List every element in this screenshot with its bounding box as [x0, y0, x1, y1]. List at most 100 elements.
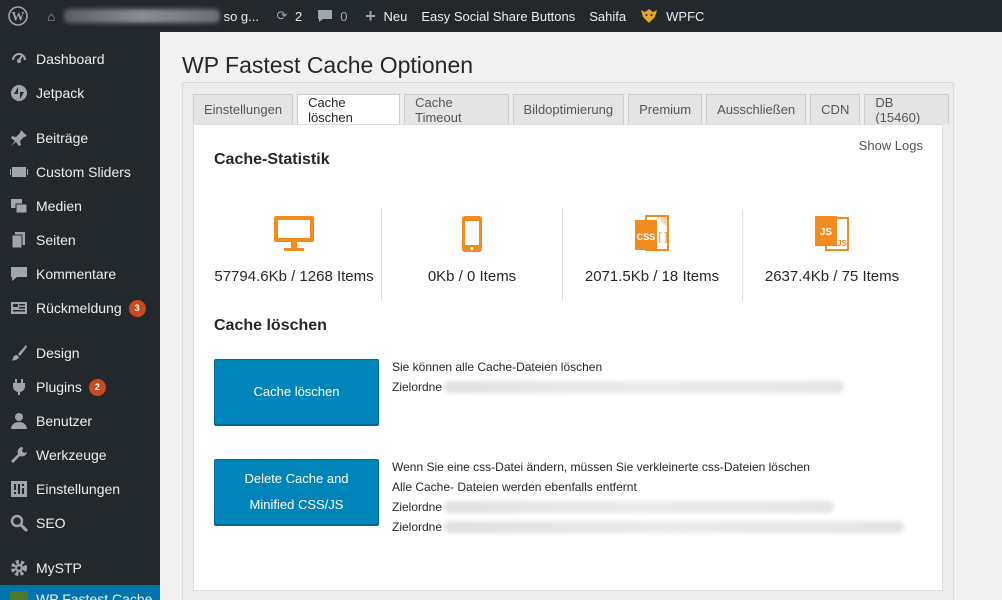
desc-text: Zielordne: [392, 500, 443, 514]
sidebar-item-seo[interactable]: SEO: [0, 506, 160, 540]
tab-bar: Einstellungen Cache löschen Cache Timeou…: [193, 94, 953, 125]
sidebar-item-label: SEO: [36, 515, 66, 531]
mobile-icon: [382, 209, 562, 253]
home-icon: ⌂: [47, 8, 56, 24]
sidebar-item-label: Dashboard: [36, 51, 105, 67]
pin-icon: [10, 129, 28, 147]
clear-cache-title: Cache löschen: [214, 317, 327, 334]
user-icon: [10, 412, 28, 430]
sidebar-item-rueckmeldung[interactable]: Rückmeldung 3: [0, 291, 160, 325]
sidebar-item-label: Seiten: [36, 232, 76, 248]
sidebar-item-medien[interactable]: Medien: [0, 189, 160, 223]
pages-icon: [10, 231, 28, 249]
admin-bar: W ⌂ so g... ⟳ 2 0 + Neu Easy Social Shar…: [0, 0, 1002, 32]
gear-icon: [10, 559, 28, 577]
wpfc-link[interactable]: WPFC: [633, 0, 711, 32]
sidebar-item-label: Werkzeuge: [36, 447, 107, 463]
tab-cache-loeschen[interactable]: Cache löschen: [297, 94, 401, 125]
wpfc-label: WPFC: [666, 8, 705, 24]
sahifa-theme-link[interactable]: Sahifa: [582, 0, 633, 32]
cheetah-icon: [640, 7, 658, 25]
sidebar-item-plugins[interactable]: Plugins 2: [0, 370, 160, 404]
tab-ausschliessen[interactable]: Ausschließen: [706, 94, 807, 124]
clear-cache-button[interactable]: Cache löschen: [214, 359, 379, 425]
sidebar-item-wp-fastest-cache[interactable]: WP Fastest Cache: [0, 585, 160, 600]
feedback-icon: [10, 299, 28, 317]
sidebar-item-mystp[interactable]: MySTP: [0, 551, 160, 585]
updates-link[interactable]: ⟳ 2: [266, 0, 309, 32]
stat-js: JS JS 2637.4Kb / 75 Items: [742, 209, 922, 303]
sidebar-item-custom-sliders[interactable]: Custom Sliders: [0, 155, 160, 189]
jetpack-icon: [10, 84, 28, 102]
comments-link[interactable]: 0: [309, 0, 354, 32]
easy-social-share-link[interactable]: Easy Social Share Buttons: [414, 0, 582, 32]
tab-einstellungen[interactable]: Einstellungen: [193, 94, 294, 124]
sidebar-item-beitraege[interactable]: Beiträge: [0, 121, 160, 155]
page-title: WP Fastest Cache Optionen: [182, 52, 474, 78]
sidebar-item-jetpack[interactable]: Jetpack: [0, 76, 160, 110]
stat-css: CSS[ ] 2071.5Kb / 18 Items: [562, 209, 742, 303]
svg-text:W: W: [12, 9, 25, 24]
desktop-icon: [204, 209, 384, 253]
wrench-icon: [10, 446, 28, 464]
show-logs-link[interactable]: Show Logs: [859, 138, 923, 153]
redacted-path: [444, 501, 835, 513]
desc-line: Wenn Sie eine css-Datei ändern, müssen S…: [392, 460, 810, 474]
dashboard-icon: [10, 50, 28, 68]
main-content: WP Fastest Cache Optionen Einstellungen …: [160, 32, 1002, 600]
site-name-link[interactable]: ⌂ so g...: [36, 0, 266, 32]
sidebar-item-dashboard[interactable]: Dashboard: [0, 42, 160, 76]
redacted-site-name: [63, 9, 220, 23]
stat-value: 57794.6Kb / 1268 Items: [214, 268, 374, 285]
desc-line: Sie können alle Cache-Dateien löschen: [392, 360, 603, 374]
js-file-icon: JS JS: [742, 209, 922, 253]
sidebar-item-label: Medien: [36, 198, 82, 214]
notification-badge: 2: [88, 378, 106, 396]
wpfc-icon: [10, 591, 28, 600]
settings-icon: [10, 480, 28, 498]
site-name-suffix: so g...: [223, 8, 259, 24]
updates-count: 2: [295, 8, 303, 24]
sidebar-item-label: Design: [36, 345, 80, 361]
sidebar-item-einstellungen[interactable]: Einstellungen: [0, 472, 160, 506]
sidebar-item-werkzeuge[interactable]: Werkzeuge: [0, 438, 160, 472]
sidebar-item-label: Plugins: [36, 379, 82, 395]
button-line: Minified CSS/JS: [249, 497, 344, 512]
admin-sidebar: Dashboard Jetpack Beiträge Custom Slider…: [0, 32, 160, 600]
redacted-path: [444, 381, 845, 393]
options-tab-wrapper: Einstellungen Cache löschen Cache Timeou…: [182, 82, 954, 600]
tab-premium[interactable]: Premium: [628, 94, 703, 124]
new-content-link[interactable]: + Neu: [354, 0, 414, 32]
desc-text: Zielordne: [392, 380, 443, 394]
sidebar-item-label: WP Fastest Cache: [36, 591, 153, 600]
sidebar-item-kommentare[interactable]: Kommentare: [0, 257, 160, 291]
tab-db[interactable]: DB (15460): [864, 94, 949, 125]
js-file-icon-label: JS: [837, 239, 847, 248]
sidebar-item-design[interactable]: Design: [0, 336, 160, 370]
plugin-icon: [10, 378, 28, 396]
css-file-icon: CSS[ ]: [562, 209, 742, 253]
plus-icon: +: [365, 5, 376, 26]
minified-description: Wenn Sie eine css-Datei ändern, müssen S…: [392, 457, 905, 537]
stat-mobile: 0Kb / 0 Items: [382, 209, 562, 303]
sidebar-item-label: Jetpack: [36, 85, 85, 101]
tab-cache-timeout[interactable]: Cache Timeout: [404, 94, 509, 125]
sidebar-item-benutzer[interactable]: Benutzer: [0, 404, 160, 438]
tab-bildoptimierung[interactable]: Bildoptimierung: [512, 94, 625, 124]
css-file-icon-label: CSS: [637, 232, 656, 242]
new-label: Neu: [383, 8, 408, 24]
delete-cache-minified-button[interactable]: Delete Cache and Minified CSS/JS: [214, 459, 379, 525]
desc-line: Alle Cache- Dateien werden ebenfalls ent…: [392, 480, 637, 494]
desc-line: Zielordne: [392, 497, 904, 517]
slider-icon: [10, 163, 28, 181]
stat-desktop: 57794.6Kb / 1268 Items: [204, 209, 384, 303]
redacted-path: [444, 521, 905, 533]
sidebar-item-seiten[interactable]: Seiten: [0, 223, 160, 257]
clear-cache-description: Sie können alle Cache-Dateien löschen Zi…: [392, 357, 845, 397]
wordpress-logo-icon[interactable]: W: [0, 0, 36, 32]
sidebar-item-label: MySTP: [36, 560, 82, 576]
stats-title: Cache-Statistik: [214, 151, 330, 168]
search-icon: [10, 514, 28, 532]
tab-cdn[interactable]: CDN: [810, 94, 861, 124]
js-file-icon-label: JS: [820, 227, 833, 238]
